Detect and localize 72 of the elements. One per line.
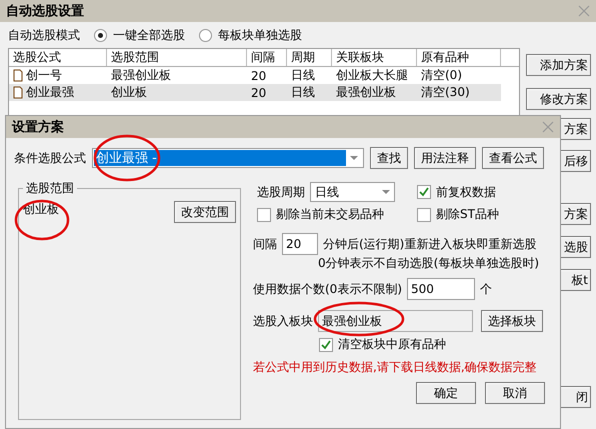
interval-note: 分钟后(运行期)重新进入板块即重新选股 — [323, 236, 536, 252]
document-icon — [13, 86, 23, 99]
formula-label: 条件选股公式 — [14, 150, 86, 166]
table-cell: 创一号 — [26, 67, 62, 84]
side-button[interactable]: 板t — [559, 269, 591, 291]
side-button[interactable]: 方案 — [559, 118, 591, 140]
table-cell: 最强创业板 — [336, 84, 396, 101]
data-count-input[interactable]: 500 — [407, 278, 475, 300]
mode-label: 自动选股模式 — [8, 26, 80, 44]
table-cell: 清空(0) — [421, 67, 462, 84]
radio-button[interactable] — [94, 28, 107, 42]
checkbox[interactable] — [257, 208, 271, 222]
table-cell: 创业板 — [111, 84, 147, 101]
period-select[interactable]: 日线 — [310, 182, 395, 202]
interval-input[interactable]: 20 — [282, 233, 318, 255]
close-icon[interactable] — [578, 5, 590, 17]
checkbox-label: 前复权数据 — [436, 184, 496, 200]
check-mark-icon — [419, 187, 429, 197]
column-header[interactable]: 关联板块 — [332, 49, 417, 66]
formula-button[interactable]: 用法注释 — [414, 147, 476, 169]
dialog-title: 设置方案 — [12, 118, 64, 136]
table-cell: 清空(30) — [421, 84, 470, 101]
side-button[interactable]: 选股 — [559, 236, 591, 258]
target-block-label: 选股入板块 — [253, 312, 313, 330]
formula-combobox[interactable]: 创业最强 - — [92, 148, 364, 168]
side-button[interactable]: 修改方案 — [526, 88, 591, 110]
checkbox-label: 剔除当前未交易品种 — [276, 206, 384, 223]
select-block-button[interactable]: 选择板块 — [481, 310, 543, 332]
table-cell: 日线 — [291, 84, 315, 101]
column-header[interactable]: 选股公式 — [9, 49, 107, 66]
document-icon — [13, 69, 23, 82]
interval-hint: 0分钟表示不自动选股(每板块单独选股时) — [317, 255, 540, 272]
list-row[interactable]: 创业最强 创业板 20 日线 最强创业板 清空(30) — [9, 84, 501, 101]
data-count-label: 使用数据个数(0表示不限制) — [253, 280, 402, 298]
highlight-ellipse — [93, 134, 161, 182]
table-cell: 20 — [251, 68, 266, 82]
radio-label: 一键全部选股 — [113, 26, 185, 44]
window-title: 自动选股设置 — [6, 3, 84, 20]
checkbox-label: 剔除ST品种 — [436, 206, 499, 223]
unit-label: 个 — [480, 280, 492, 298]
formula-button[interactable]: 查看公式 — [482, 147, 544, 169]
radio-button[interactable] — [199, 28, 212, 42]
check-mark-icon — [321, 340, 331, 350]
checkbox[interactable] — [417, 208, 431, 222]
side-button[interactable]: 添加方案 — [526, 54, 591, 76]
close-icon[interactable] — [542, 121, 554, 133]
column-header[interactable]: 周期 — [287, 49, 332, 66]
warning-text: 若公式中用到历史数据,请下载日线数据,确保数据完整 — [253, 359, 538, 376]
dialog-button[interactable]: 取消 — [485, 382, 545, 404]
dialog-button[interactable]: 确定 — [416, 382, 476, 404]
column-header[interactable]: 原有品种 — [417, 49, 501, 66]
table-cell: 创业最强 — [26, 84, 74, 101]
interval-label: 间隔 — [253, 236, 277, 252]
table-cell: 日线 — [291, 67, 315, 84]
group-legend: 选股范围 — [23, 180, 77, 197]
column-header[interactable]: 间隔 — [247, 49, 287, 66]
side-button[interactable]: 闭 — [559, 386, 591, 408]
change-range-button[interactable]: 改变范围 — [174, 201, 236, 223]
checkbox[interactable] — [319, 338, 333, 352]
period-label: 选股周期 — [257, 184, 305, 200]
radio-label: 每板块单独选股 — [218, 26, 302, 44]
column-header[interactable]: 选股范围 — [107, 49, 247, 66]
formula-button[interactable]: 查找 — [370, 147, 408, 169]
side-button[interactable]: 方案 — [559, 203, 591, 225]
highlight-ellipse — [14, 199, 70, 241]
table-cell: 创业板大长腿 — [336, 67, 408, 84]
checkbox[interactable] — [417, 185, 431, 199]
table-cell: 最强创业板 — [111, 67, 171, 84]
target-block-field[interactable]: 最强创业板 — [318, 310, 473, 332]
table-cell: 20 — [251, 86, 266, 100]
checkbox-label: 清空板块中原有品种 — [338, 336, 446, 353]
side-button[interactable]: 后移 — [559, 150, 591, 172]
